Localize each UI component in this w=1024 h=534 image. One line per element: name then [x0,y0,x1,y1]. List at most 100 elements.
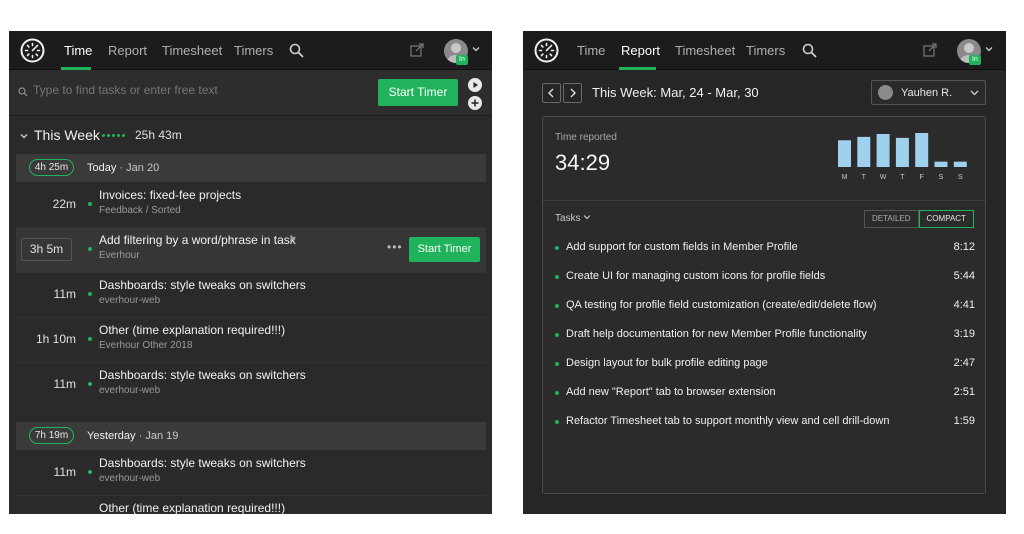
task-title[interactable]: Add filtering by a word/phrase in task [99,233,296,247]
task-title[interactable]: Other (time explanation required!!!) [99,323,285,337]
day-header-yesterday: 7h 19m Yesterday · Jan 19 [16,422,486,450]
task-project: everhour-web [99,385,161,396]
task-title[interactable]: Other (time explanation required!!!) [99,501,285,514]
time-reported-value: 34:29 [555,150,611,175]
task-time: 22m [52,197,76,211]
tab-timesheet[interactable]: Timesheet [675,43,735,58]
report-card: Time reported 34:29 M T W T F S S Tasks DETAIL… [542,116,986,494]
tasks-dropdown[interactable]: Tasks [555,213,591,224]
task-title[interactable]: Dashboards: style tweaks on switchers [99,368,306,382]
everhour-logo-icon[interactable] [534,38,559,63]
task-time: 11m [53,377,76,391]
report-task-time: 3:19 [953,328,975,340]
day-tick-label: S [958,174,963,180]
day-tick-label: S [939,174,944,180]
quote-icon[interactable]: ❞ [290,235,296,248]
day-tick-label: M [842,174,848,180]
report-task-title: Refactor Timesheet tab to support monthl… [566,415,890,427]
time-panel: Time Report Timesheet Timers In Start Ti… [9,31,492,514]
task-status-dot [88,202,92,206]
search-icon[interactable] [802,43,817,58]
task-title[interactable]: Invoices: fixed-fee projects [99,188,241,202]
report-task-time: 2:47 [953,357,975,369]
task-status-dot [88,382,92,386]
day-tick-label: T [862,174,867,180]
tab-time[interactable]: Time [577,43,605,58]
day-bar [876,133,890,167]
view-toggle: DETAILED COMPACT [864,210,974,228]
day-total-pill: 4h 25m [29,159,74,176]
day-label: Yesterday · Jan 19 [87,430,179,442]
task-status-dot [555,275,559,279]
task-status-dot [555,420,559,424]
tab-timesheet[interactable]: Timesheet [162,43,222,58]
user-select[interactable]: Yauhen R. [871,80,986,105]
everhour-logo-icon[interactable] [20,38,45,63]
day-bar [857,136,871,167]
task-project: everhour-web [99,473,161,484]
more-icon[interactable]: ••• [387,240,403,254]
task-row[interactable]: 1h 10m Other (time explanation required!… [16,318,486,363]
tab-report[interactable]: Report [108,43,147,58]
report-row[interactable]: Add new "Report" tab to browser extensio… [555,384,975,404]
chevron-down-icon [583,215,591,220]
week-progress-dots [102,134,127,152]
start-timer-button[interactable]: Start Timer [409,237,480,262]
week-summary[interactable]: This Week 25h 43m [9,121,492,149]
chevron-down-icon[interactable] [472,45,480,53]
report-row[interactable]: Design layout for bulk profile editing p… [555,355,975,375]
avatar [878,85,893,100]
report-row[interactable]: Draft help documentation for new Member … [555,326,975,346]
report-row[interactable]: Refactor Timesheet tab to support monthl… [555,413,975,433]
chevron-down-icon [970,90,979,96]
day-bar [934,161,948,167]
chevron-down-icon[interactable] [20,132,28,140]
day-bar [915,133,929,167]
task-status-dot [88,292,92,296]
task-project: Feedback / Sorted [99,205,181,216]
task-row[interactable]: 22m Invoices: fixed-fee projects Feedbac… [16,183,486,228]
task-title[interactable]: Dashboards: style tweaks on switchers [99,456,306,470]
task-row[interactable]: 11m Dashboards: style tweaks on switcher… [16,273,486,318]
day-bar [953,161,967,167]
tab-timers[interactable]: Timers [234,43,273,58]
task-title[interactable]: Dashboards: style tweaks on switchers [99,278,306,292]
divider [543,200,985,201]
plus-icon [471,99,479,107]
start-timer-button[interactable]: Start Timer [378,79,458,106]
compact-view-button[interactable]: COMPACT [918,210,974,228]
task-row[interactable]: 3h 5m Add filtering by a word/phrase in … [16,228,486,273]
task-row[interactable]: 11m Dashboards: style tweaks on switcher… [16,363,486,408]
tab-time[interactable]: Time [64,43,92,58]
day-header-today: 4h 25m Today · Jan 20 [16,154,486,182]
external-link-icon[interactable] [923,43,937,57]
report-task-title: QA testing for profile field customizati… [566,299,877,311]
task-time-input[interactable]: 3h 5m [21,238,72,261]
tab-report[interactable]: Report [621,43,660,58]
task-status-dot [555,304,559,308]
task-status-dot [555,333,559,337]
task-time: 11m [53,287,76,301]
add-button[interactable] [468,96,482,110]
user-name: Yauhen R. [901,87,953,99]
tab-timers[interactable]: Timers [746,43,785,58]
day-label: Today · Jan 20 [87,162,160,174]
chevron-down-icon[interactable] [985,45,993,53]
report-task-time: 4:41 [953,299,975,311]
report-row[interactable]: Add support for custom fields in Member … [555,239,975,259]
report-row[interactable]: QA testing for profile field customizati… [555,297,975,317]
external-link-icon[interactable] [410,43,424,57]
report-row[interactable]: Create UI for managing custom icons for … [555,268,975,288]
report-panel: Time Report Timesheet Timers In This Wee… [523,31,1006,514]
search-icon[interactable] [289,43,304,58]
next-week-button[interactable] [563,83,582,103]
prev-week-button[interactable] [542,83,561,103]
play-button[interactable] [468,78,482,92]
task-status-dot [555,391,559,395]
status-badge: In [969,55,981,65]
task-search-input[interactable] [33,83,333,97]
task-row[interactable]: 11m Dashboards: style tweaks on switcher… [16,451,486,496]
active-tab-indicator [619,67,656,70]
task-row[interactable]: Other (time explanation required!!!) [16,496,486,514]
detailed-view-button[interactable]: DETAILED [864,210,919,228]
